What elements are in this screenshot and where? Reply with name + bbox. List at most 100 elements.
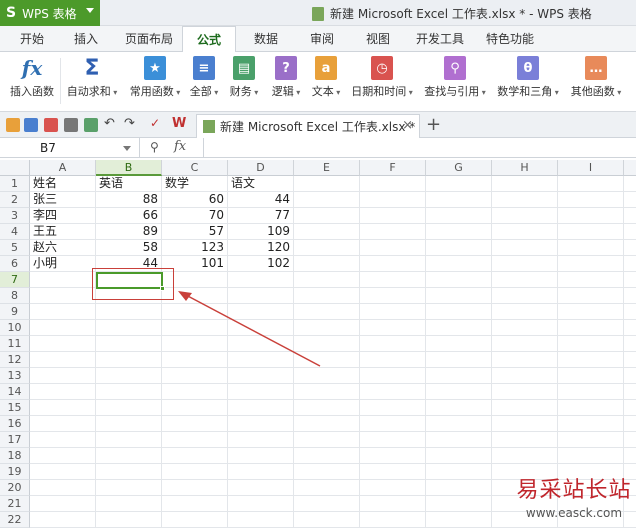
name-box[interactable]: B7: [0, 138, 140, 158]
grid-cell[interactable]: [96, 464, 162, 480]
column-header-f[interactable]: F: [360, 160, 426, 176]
customize-toolbar-icon[interactable]: ✓: [150, 116, 164, 130]
grid-cell[interactable]: [294, 240, 360, 256]
grid-cell[interactable]: [558, 304, 624, 320]
grid-cell[interactable]: [360, 288, 426, 304]
grid-cell[interactable]: 王五: [30, 224, 96, 240]
row-header[interactable]: 21: [0, 496, 30, 512]
grid-cell[interactable]: [492, 272, 558, 288]
grid-cell[interactable]: [492, 400, 558, 416]
grid-cell[interactable]: [426, 512, 492, 528]
grid-cell[interactable]: [426, 464, 492, 480]
grid-cell[interactable]: [558, 352, 624, 368]
tab-start[interactable]: 开始: [14, 26, 50, 52]
tab-special[interactable]: 特色功能: [478, 26, 542, 52]
column-header-c[interactable]: C: [162, 160, 228, 176]
grid-cell[interactable]: [228, 448, 294, 464]
grid-cell[interactable]: [558, 448, 624, 464]
grid-cell[interactable]: [30, 400, 96, 416]
row-header[interactable]: 6: [0, 256, 30, 272]
grid-cell[interactable]: [624, 400, 636, 416]
tab-formula[interactable]: 公式: [182, 26, 236, 53]
redo-icon[interactable]: ↷: [124, 116, 138, 131]
grid-cell[interactable]: [294, 192, 360, 208]
grid-cell[interactable]: [558, 416, 624, 432]
grid-cell[interactable]: [426, 432, 492, 448]
grid-cell[interactable]: [162, 448, 228, 464]
grid-cell[interactable]: [360, 480, 426, 496]
grid-cell[interactable]: [624, 192, 636, 208]
tab-insert[interactable]: 插入: [68, 26, 104, 52]
grid-cell[interactable]: [426, 208, 492, 224]
grid-cell[interactable]: [426, 272, 492, 288]
grid-cell[interactable]: [30, 288, 96, 304]
open-folder-icon[interactable]: [6, 118, 20, 132]
grid-cell[interactable]: [294, 416, 360, 432]
grid-cell[interactable]: [96, 368, 162, 384]
grid-cell[interactable]: [30, 352, 96, 368]
grid-cell[interactable]: [558, 256, 624, 272]
grid-cell[interactable]: [426, 256, 492, 272]
row-header[interactable]: 15: [0, 400, 30, 416]
column-header-b[interactable]: B: [96, 160, 162, 176]
grid-cell[interactable]: [624, 176, 636, 192]
grid-cell[interactable]: [360, 416, 426, 432]
grid-cell[interactable]: 李四: [30, 208, 96, 224]
app-menu-button[interactable]: S WPS 表格: [0, 0, 100, 26]
grid-cell[interactable]: [492, 176, 558, 192]
grid-cell[interactable]: [360, 400, 426, 416]
grid-cell[interactable]: [294, 464, 360, 480]
grid-cell[interactable]: [426, 240, 492, 256]
grid-cell[interactable]: [360, 208, 426, 224]
row-header[interactable]: 19: [0, 464, 30, 480]
grid-cell[interactable]: [30, 384, 96, 400]
common-functions-button[interactable]: ★ 常用函数: [126, 56, 184, 108]
math-functions-button[interactable]: θ 数学和三角: [494, 56, 562, 108]
grid-cell[interactable]: [426, 320, 492, 336]
grid-cell[interactable]: [492, 368, 558, 384]
grid-cell[interactable]: [558, 288, 624, 304]
grid-cell[interactable]: [426, 480, 492, 496]
grid-cell[interactable]: [624, 368, 636, 384]
grid-cell[interactable]: [558, 368, 624, 384]
grid-cell[interactable]: [624, 256, 636, 272]
print-icon[interactable]: [64, 118, 78, 132]
row-header[interactable]: 10: [0, 320, 30, 336]
grid-cell[interactable]: [228, 480, 294, 496]
grid-cell[interactable]: 102: [228, 256, 294, 272]
export-pdf-icon[interactable]: [44, 118, 58, 132]
grid-cell[interactable]: [360, 256, 426, 272]
wps-w-icon[interactable]: W: [172, 116, 186, 131]
grid-cell[interactable]: 89: [96, 224, 162, 240]
grid-cell[interactable]: [162, 416, 228, 432]
grid-cell[interactable]: [294, 496, 360, 512]
grid-cell[interactable]: [96, 384, 162, 400]
grid-cell[interactable]: [624, 336, 636, 352]
grid-cell[interactable]: [360, 320, 426, 336]
grid-cell[interactable]: 数学: [162, 176, 228, 192]
grid-cell[interactable]: [96, 416, 162, 432]
grid-cell[interactable]: [294, 224, 360, 240]
grid-cell[interactable]: [162, 512, 228, 528]
grid-cell[interactable]: 张三: [30, 192, 96, 208]
grid-cell[interactable]: [30, 416, 96, 432]
grid-cell[interactable]: [294, 176, 360, 192]
grid-cell[interactable]: [30, 320, 96, 336]
grid-cell[interactable]: [360, 384, 426, 400]
grid-cell[interactable]: [492, 384, 558, 400]
grid-cell[interactable]: [162, 400, 228, 416]
grid-cell[interactable]: [360, 464, 426, 480]
column-header-overflow[interactable]: [624, 160, 636, 176]
grid-cell[interactable]: [492, 288, 558, 304]
print-preview-icon[interactable]: [84, 118, 98, 132]
grid-cell[interactable]: [492, 352, 558, 368]
grid-cell[interactable]: 109: [228, 224, 294, 240]
grid-cell[interactable]: 60: [162, 192, 228, 208]
grid-cell[interactable]: [426, 192, 492, 208]
grid-cell[interactable]: [228, 496, 294, 512]
grid-cell[interactable]: [426, 304, 492, 320]
grid-cell[interactable]: 70: [162, 208, 228, 224]
grid-cell[interactable]: 88: [96, 192, 162, 208]
column-header-h[interactable]: H: [492, 160, 558, 176]
undo-icon[interactable]: ↶: [104, 116, 118, 131]
